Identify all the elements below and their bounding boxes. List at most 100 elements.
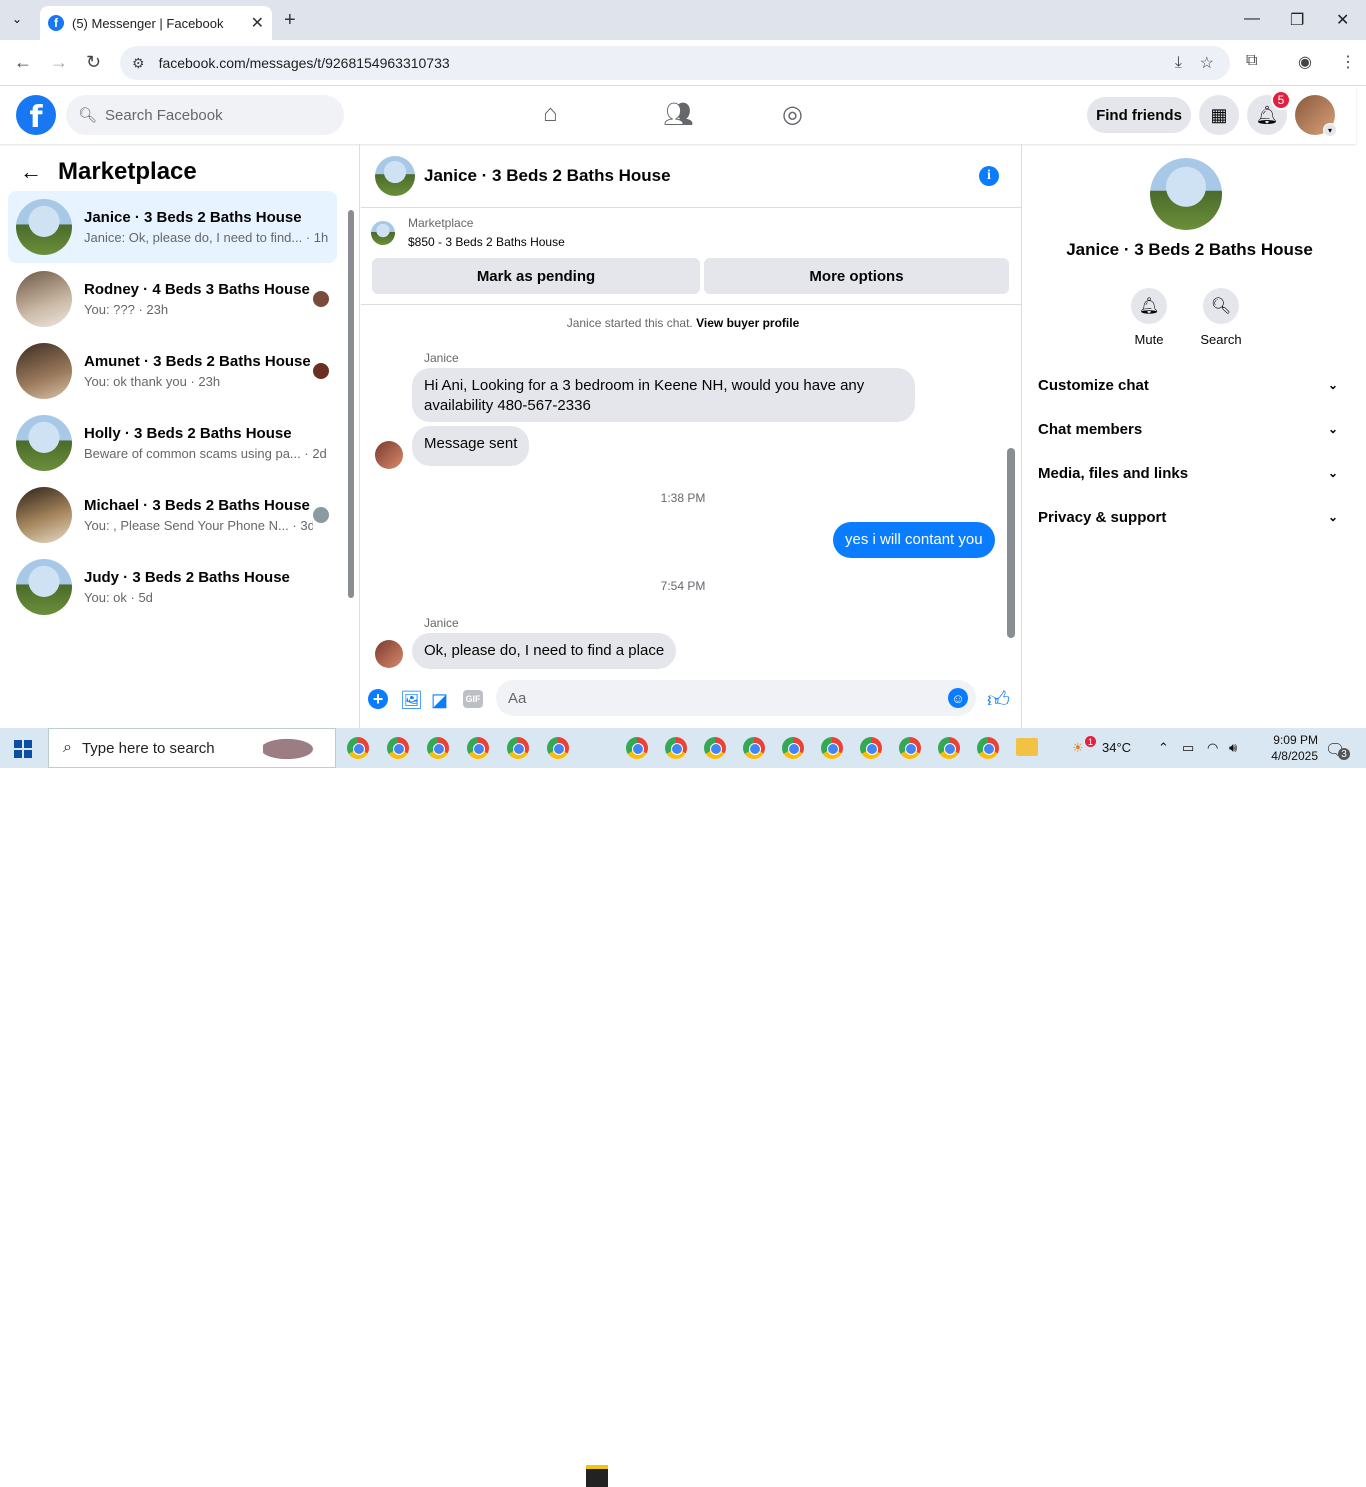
system-message-text: Janice started this chat.: [566, 316, 693, 330]
thumbs-up-icon[interactable]: 👍︎: [987, 686, 1010, 713]
new-tab-icon[interactable]: +: [284, 9, 296, 32]
conversation-preview: You: ok · 5d: [84, 590, 153, 605]
search-button[interactable]: 🔍︎ Search: [1191, 288, 1251, 347]
minimize-icon[interactable]: —: [1244, 10, 1260, 28]
wifi-icon[interactable]: ◠: [1207, 740, 1218, 756]
search-facebook-input[interactable]: 🔍︎ Search Facebook: [66, 95, 344, 135]
menu-grid-icon[interactable]: ▦: [1199, 95, 1239, 135]
privacy-support-section[interactable]: Privacy & support ⌄: [1038, 505, 1338, 529]
chrome-icon[interactable]: [860, 737, 882, 759]
conversation-name: Holly · 3 Beds 2 Baths House: [84, 425, 292, 442]
view-buyer-profile-link[interactable]: View buyer profile: [696, 316, 799, 330]
taskbar-clock[interactable]: 9:09 PM 4/8/2025: [1258, 732, 1318, 764]
chrome-icon[interactable]: [977, 737, 999, 759]
scrollbar-thumb[interactable]: [1007, 448, 1015, 638]
listing-price: $850 - 3 Beds 2 Baths House: [408, 235, 565, 249]
menu-icon[interactable]: ⋮: [1340, 52, 1356, 72]
add-icon[interactable]: +: [368, 689, 388, 709]
chrome-icon[interactable]: [467, 737, 489, 759]
conversation-name: Michael · 3 Beds 2 Baths House: [84, 497, 310, 514]
sender-avatar[interactable]: [375, 640, 403, 668]
weather-icon[interactable]: ☀: [1072, 740, 1084, 756]
message-placeholder: Aa: [508, 689, 527, 707]
message-input[interactable]: Aa: [496, 680, 976, 716]
chrome-icon[interactable]: [507, 737, 529, 759]
tray-chevron-up-icon[interactable]: ⌃: [1158, 740, 1169, 756]
chevron-down-icon: ⌄: [1327, 510, 1338, 524]
reload-icon[interactable]: ↻: [86, 52, 101, 73]
chrome-icon[interactable]: [821, 737, 843, 759]
scrollbar-thumb[interactable]: [348, 210, 354, 598]
chrome-icon[interactable]: [899, 737, 921, 759]
close-tab-icon[interactable]: ✕: [251, 13, 264, 33]
home-icon[interactable]: ⌂: [543, 100, 558, 128]
conversation-item[interactable]: Holly · 3 Beds 2 Baths House Beware of c…: [8, 407, 337, 479]
groups-icon[interactable]: ◎: [782, 100, 803, 129]
conversation-item[interactable]: Michael · 3 Beds 2 Baths House You: , Pl…: [8, 479, 337, 551]
chat-title[interactable]: Janice · 3 Beds 2 Baths House: [424, 166, 671, 186]
site-info-icon[interactable]: ⚙: [132, 55, 145, 72]
message-bubble[interactable]: Message sent: [412, 426, 530, 466]
more-options-button[interactable]: More options: [704, 258, 1009, 294]
chrome-icon[interactable]: [782, 737, 804, 759]
gif-icon[interactable]: GIF: [463, 690, 483, 708]
message-bubble[interactable]: Hi Ani, Looking for a 3 bedroom in Keene…: [412, 368, 915, 422]
sticky-notes-icon[interactable]: [586, 1465, 608, 1487]
profile-icon[interactable]: ◉: [1298, 52, 1312, 72]
install-icon[interactable]: ⤓: [1175, 54, 1182, 72]
taskbar-search-input[interactable]: ⌕ Type here to search: [48, 728, 336, 768]
battery-icon[interactable]: ▭: [1182, 740, 1194, 756]
account-avatar[interactable]: ▾: [1295, 95, 1337, 137]
tab-title: (5) Messenger | Facebook: [72, 15, 224, 31]
chrome-icon[interactable]: [938, 737, 960, 759]
friends-icon[interactable]: 👥︎: [663, 100, 693, 129]
mark-as-pending-button[interactable]: Mark as pending: [372, 258, 700, 294]
conversation-item[interactable]: Rodney · 4 Beds 3 Baths House You: ??? ·…: [8, 263, 337, 335]
chrome-icon[interactable]: [347, 737, 369, 759]
image-icon[interactable]: 🖼︎: [400, 690, 423, 711]
volume-icon[interactable]: 🔊︎: [1229, 740, 1237, 756]
chrome-icon[interactable]: [547, 737, 569, 759]
restore-icon[interactable]: ❐: [1290, 10, 1304, 30]
windows-start-icon[interactable]: [14, 740, 32, 758]
chat-avatar[interactable]: [375, 155, 415, 196]
chrome-icon[interactable]: [704, 737, 726, 759]
media-files-section[interactable]: Media, files and links ⌄: [1038, 461, 1338, 485]
conversation-item[interactable]: Amunet · 3 Beds 2 Baths House You: ok th…: [8, 335, 337, 407]
forward-icon[interactable]: →: [50, 52, 68, 73]
mute-button[interactable]: 🔔︎ Mute: [1119, 288, 1179, 347]
chrome-icon[interactable]: [387, 737, 409, 759]
chrome-icon[interactable]: [665, 737, 687, 759]
emoji-icon[interactable]: ☺: [948, 688, 968, 708]
chat-scrollbar[interactable]: [1005, 308, 1017, 664]
url-bar[interactable]: ⚙ facebook.com/messages/t/92681549633107…: [120, 46, 1230, 80]
profile-avatar[interactable]: [1150, 158, 1222, 230]
back-arrow-icon[interactable]: ←: [20, 159, 42, 185]
conversation-avatar: [16, 415, 72, 471]
customize-chat-section[interactable]: Customize chat ⌄: [1038, 373, 1338, 397]
facebook-logo-icon[interactable]: f: [16, 95, 56, 135]
conversation-item[interactable]: Janice · 3 Beds 2 Baths House Janice: Ok…: [8, 191, 337, 263]
listing-summary[interactable]: Marketplace $850 - 3 Beds 2 Baths House: [371, 216, 565, 249]
chrome-icon[interactable]: [626, 737, 648, 759]
browser-tab[interactable]: f (5) Messenger | Facebook ✕: [40, 6, 272, 40]
info-icon[interactable]: i: [979, 166, 999, 186]
system-message: Janice started this chat. View buyer pro…: [361, 316, 1005, 330]
message-bubble[interactable]: Ok, please do, I need to find a place: [412, 633, 677, 669]
sender-avatar[interactable]: [375, 441, 403, 469]
bookmark-star-icon[interactable]: ☆: [1200, 53, 1214, 73]
chat-members-section[interactable]: Chat members ⌄: [1038, 417, 1338, 441]
extensions-icon[interactable]: ⧉: [1246, 52, 1257, 70]
back-icon[interactable]: ←: [14, 52, 32, 73]
tab-search-icon[interactable]: ⌄: [12, 12, 22, 26]
conversation-item[interactable]: Judy · 3 Beds 2 Baths House You: ok · 5d: [8, 551, 337, 623]
my-message-bubble[interactable]: yes i will contant you: [833, 522, 995, 558]
temperature-text[interactable]: 34°C: [1102, 740, 1131, 755]
chrome-icon[interactable]: [743, 737, 765, 759]
list-scrollbar[interactable]: [346, 196, 356, 620]
close-window-icon[interactable]: ✕: [1336, 10, 1349, 30]
chrome-icon[interactable]: [427, 737, 449, 759]
file-explorer-icon[interactable]: [1016, 738, 1038, 756]
find-friends-button[interactable]: Find friends: [1087, 97, 1191, 133]
sticker-icon[interactable]: ◪: [431, 690, 448, 711]
